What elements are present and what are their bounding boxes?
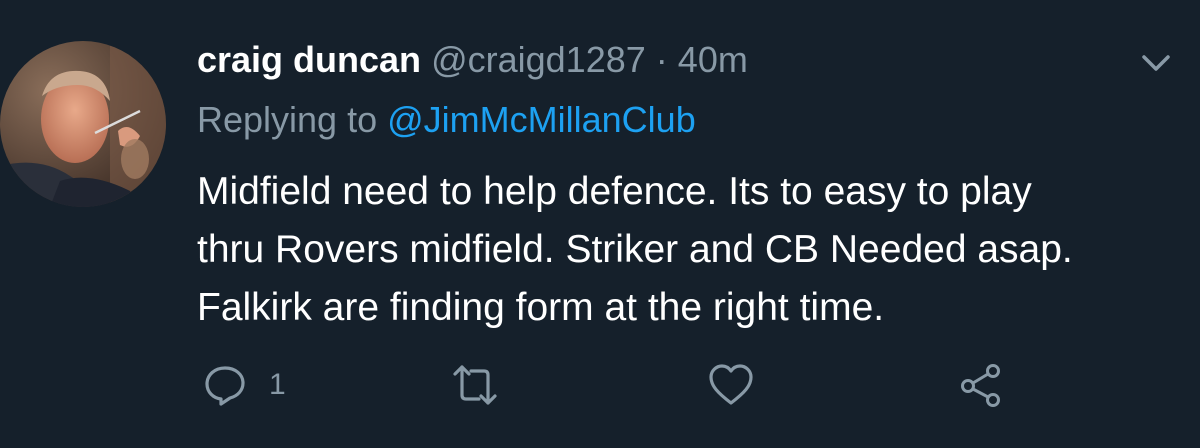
retweet-button[interactable]	[452, 363, 498, 407]
chevron-down-icon	[1142, 55, 1170, 71]
separator-dot: ·	[655, 39, 668, 80]
timestamp[interactable]: 40m	[678, 39, 748, 80]
replying-to-label: Replying to	[197, 99, 378, 140]
share-button[interactable]	[958, 363, 1004, 407]
share-icon	[961, 364, 1000, 407]
user-handle[interactable]: @craigd1287	[431, 39, 646, 80]
replying-to: Replying to @JimMcMillanClub	[197, 98, 696, 142]
replying-to-link[interactable]: @JimMcMillanClub	[387, 99, 696, 140]
tweet-header: craig duncan @craigd1287 · 40m	[197, 38, 748, 82]
avatar-photo	[0, 41, 166, 207]
tweet-text-line: thru Rovers midfield. Striker and CB Nee…	[197, 228, 1073, 271]
avatar[interactable]	[0, 41, 166, 207]
like-button[interactable]	[708, 363, 754, 407]
reply-button[interactable]: 1	[203, 363, 286, 407]
tweet-menu-button[interactable]	[1136, 48, 1176, 78]
tweet-text-line: Falkirk are finding form at the right ti…	[197, 286, 885, 329]
display-name[interactable]: craig duncan	[197, 39, 421, 80]
heart-icon	[709, 364, 753, 405]
tweet-text: Midfield need to help defence. Its to ea…	[197, 163, 1177, 337]
comment-icon	[205, 366, 245, 406]
tweet-actions: 1	[0, 355, 1200, 415]
reply-count: 1	[269, 368, 286, 401]
tweet-text-line: Midfield need to help defence. Its to ea…	[197, 170, 1032, 213]
retweet-icon	[453, 365, 497, 405]
